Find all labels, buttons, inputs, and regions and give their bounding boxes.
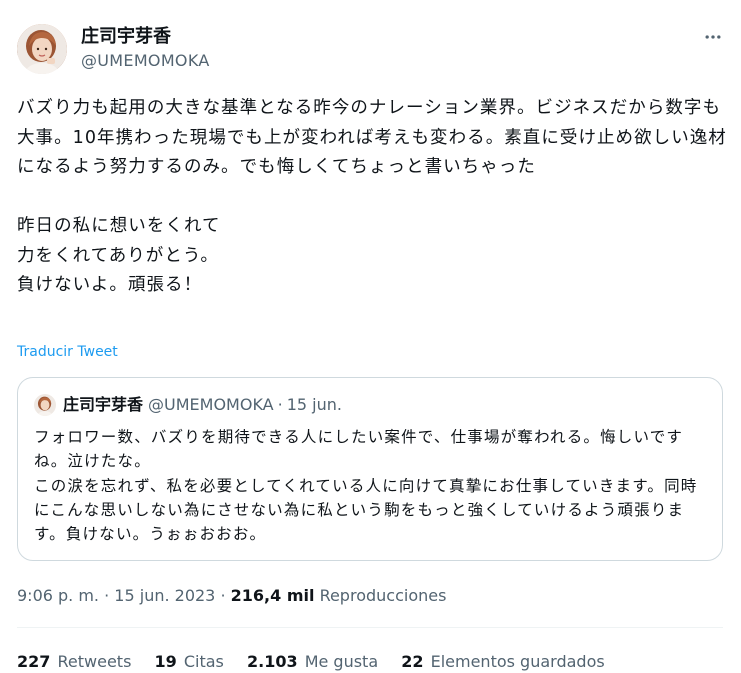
avatar-image	[17, 24, 67, 74]
meta-separator: ·	[104, 586, 110, 605]
quoted-avatar	[34, 394, 56, 416]
avatar[interactable]	[17, 24, 67, 74]
stat-count: 22	[401, 652, 424, 671]
views-count: 216,4 mil	[230, 586, 315, 605]
quoted-date: 15 jun.	[286, 395, 342, 414]
stat-label: Citas	[183, 652, 224, 671]
views-label: Reproducciones	[319, 586, 447, 605]
quoted-tweet[interactable]: 庄司宇芽香 @UMEMOMOKA · 15 jun. フォロワー数、バズりを期待できる…	[17, 377, 723, 561]
stat-label: Retweets	[57, 652, 132, 671]
author-display-name[interactable]: 庄司宇芽香	[81, 25, 171, 49]
stat-count: 2.103	[246, 652, 298, 671]
stat-count: 227	[17, 652, 51, 671]
meta-separator-2: ·	[220, 586, 226, 605]
divider	[17, 627, 723, 628]
quoted-avatar-image	[34, 394, 56, 416]
tweet-time[interactable]: 9:06 p. m.	[17, 586, 99, 605]
tweet: 庄司宇芽香 @UMEMOMOKA バズり力も起用の大きな基準となる昨今のナレーシ…	[0, 0, 741, 671]
quoted-text: フォロワー数、バズりを期待できる人にしたい案件で、仕事場が奪われる。悔しいですね…	[34, 428, 698, 544]
author-handle[interactable]: @UMEMOMOKA	[81, 50, 210, 72]
stat-count: 19	[154, 652, 177, 671]
quoted-display-name: 庄司宇芽香	[63, 395, 144, 414]
more-button[interactable]	[700, 24, 726, 50]
more-horizontal-icon	[705, 35, 721, 39]
tweet-date[interactable]: 15 jun. 2023	[114, 586, 215, 605]
tweet-meta: 9:06 p. m. · 15 jun. 2023 · 216,4 mil Re…	[17, 585, 446, 607]
quoted-handle: @UMEMOMOKA	[148, 395, 274, 414]
stat-label: Me gusta	[304, 652, 379, 671]
translate-tweet-link[interactable]: Traducir Tweet	[17, 342, 118, 362]
tweet-text: バズり力も起用の大きな基準となる昨今のナレーション業界。ビジネスだから数字も大事…	[17, 98, 727, 295]
quoted-separator: ·	[277, 395, 283, 414]
quoted-header: 庄司宇芽香 @UMEMOMOKA · 15 jun.	[63, 393, 342, 417]
stat-label: Elementos guardados	[430, 652, 605, 671]
